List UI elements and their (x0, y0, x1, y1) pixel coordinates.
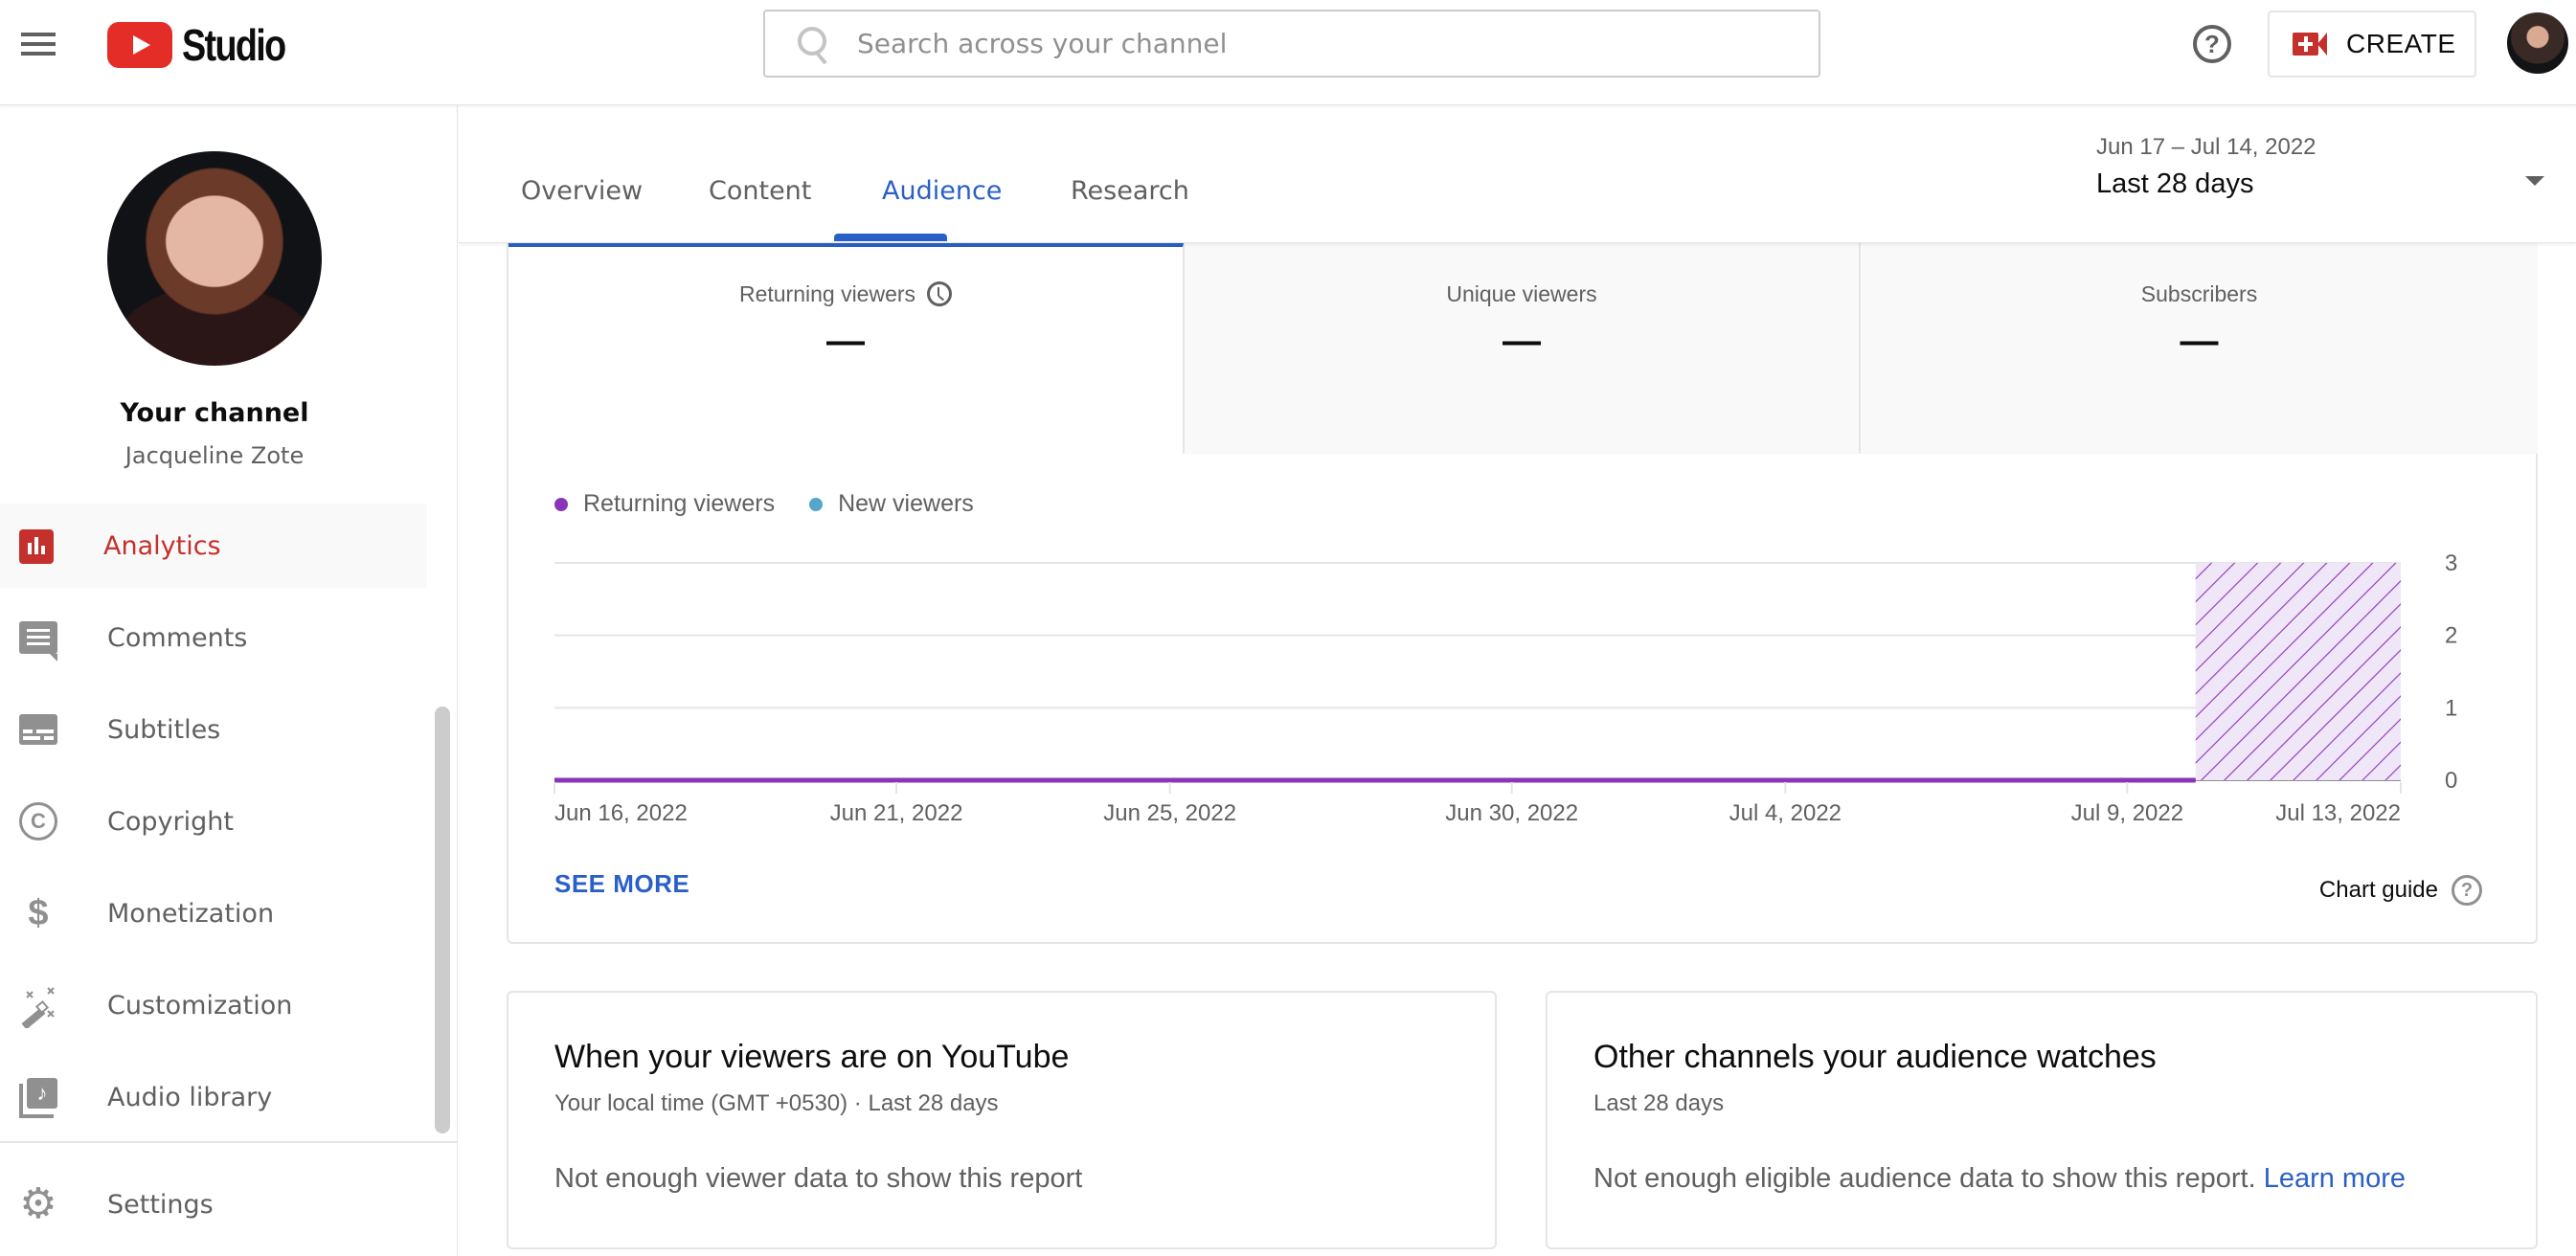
tab-content[interactable]: Content (709, 176, 811, 206)
sidebar-item-audio-library[interactable]: ♪ Audio library (0, 1055, 427, 1139)
magic-wand-icon (19, 986, 57, 1030)
incomplete-period-hatch (2195, 563, 2401, 780)
viewers-on-youtube-card: When your viewers are on YouTube Your lo… (507, 991, 1497, 1249)
help-circle-icon: ? (2452, 875, 2482, 906)
card-message-text: Not enough eligible audience data to sho… (1593, 1163, 2256, 1194)
sidebar-item-monetization[interactable]: $ Monetization (0, 871, 427, 955)
sidebar: Your channel Jacqueline Zote Analytics C… (0, 105, 458, 1256)
top-bar: Studio ? CREATE (0, 0, 2576, 105)
x-axis: Jun 16, 2022 Jun 21, 2022 Jun 25, 2022 Jun … (554, 782, 2402, 826)
x-tick-label: Jun 21, 2022 (830, 800, 963, 826)
channel-name: Jacqueline Zote (124, 442, 305, 469)
comments-icon (19, 621, 57, 662)
search-icon (796, 25, 834, 63)
y-axis: 0 1 2 3 (2445, 550, 2457, 794)
x-tick-label: Jul 4, 2022 (1729, 800, 1842, 826)
chart-guide-button[interactable]: Chart guide ? (2319, 875, 2482, 906)
sidebar-scrollbar[interactable] (435, 706, 450, 1133)
sidebar-item-label: Customization (107, 990, 293, 1020)
x-tick-label: Jun 30, 2022 (1445, 800, 1578, 826)
analytics-icon (19, 529, 54, 564)
logo-text: Studio (182, 20, 286, 70)
copyright-icon: C (19, 802, 57, 841)
sidebar-item-customization[interactable]: Customization (0, 963, 427, 1047)
date-range-picker[interactable]: Jun 17 – Jul 14, 2022 Last 28 days (2096, 134, 2546, 220)
sidebar-item-label: Comments (107, 622, 248, 653)
see-more-link[interactable]: SEE MORE (554, 869, 689, 899)
sidebar-item-analytics[interactable]: Analytics (0, 504, 427, 588)
x-tick-label: Jun 16, 2022 (554, 800, 688, 826)
gear-icon: ⚙ (19, 1180, 57, 1227)
x-tick-label: Jun 25, 2022 (1103, 800, 1236, 826)
sidebar-item-label: Monetization (107, 898, 275, 929)
sidebar-item-comments[interactable]: Comments (0, 595, 427, 680)
dollar-icon: $ (28, 893, 49, 933)
date-range-text: Jun 17 – Jul 14, 2022 (2096, 134, 2316, 160)
account-avatar[interactable] (2507, 12, 2568, 74)
hamburger-menu-icon[interactable] (21, 33, 56, 57)
card-subtitle: Your local time (GMT +0530) · Last 28 da… (554, 1090, 999, 1116)
search-box[interactable] (763, 10, 1820, 78)
video-camera-plus-icon (2293, 33, 2327, 56)
sidebar-item-copyright[interactable]: C Copyright (0, 779, 427, 864)
sidebar-item-label: Audio library (107, 1082, 273, 1112)
subtitles-icon (19, 714, 57, 745)
sidebar-item-label: Analytics (103, 530, 221, 561)
sidebar-item-settings[interactable]: ⚙ Settings (0, 1162, 427, 1246)
analytics-tabs: Overview Content Audience Research Jun 1… (459, 105, 2576, 243)
card-message: Not enough eligible audience data to sho… (1593, 1163, 2406, 1195)
sidebar-item-label: Settings (107, 1189, 214, 1220)
sidebar-divider (0, 1141, 458, 1143)
y-tick-label: 3 (2445, 550, 2457, 576)
sidebar-item-label: Copyright (107, 806, 234, 837)
other-channels-card: Other channels your audience watches Las… (1546, 991, 2538, 1249)
y-tick-label: 1 (2445, 695, 2457, 721)
audio-library-icon: ♪ (19, 1078, 57, 1118)
card-message: Not enough viewer data to show this repo… (554, 1163, 1083, 1194)
card-subtitle: Last 28 days (1593, 1090, 1725, 1116)
chart-grid (554, 562, 2401, 781)
incomplete-period-area (2195, 563, 2401, 780)
channel-title: Your channel (120, 398, 309, 428)
x-tick-label: Jul 13, 2022 (2275, 800, 2401, 826)
card-title: When your viewers are on YouTube (554, 1039, 1070, 1075)
sidebar-item-label: Subtitles (107, 714, 221, 745)
y-tick-label: 0 (2445, 768, 2457, 794)
sidebar-item-subtitles[interactable]: Subtitles (0, 687, 427, 772)
x-tick-label: Jul 9, 2022 (2071, 800, 2183, 826)
card-title: Other channels your audience watches (1593, 1039, 2157, 1075)
date-range-period: Last 28 days (2096, 168, 2254, 199)
create-button[interactable]: CREATE (2268, 11, 2476, 78)
chart-guide-label: Chart guide (2318, 877, 2438, 903)
tab-audience[interactable]: Audience (882, 176, 1002, 206)
help-icon[interactable]: ? (2193, 25, 2231, 63)
studio-logo[interactable]: Studio (107, 20, 307, 70)
dropdown-arrow-icon (2525, 176, 2544, 186)
learn-more-link[interactable]: Learn more (2264, 1163, 2406, 1194)
active-tab-indicator (834, 234, 947, 241)
channel-avatar[interactable] (107, 151, 322, 366)
tab-research[interactable]: Research (1071, 176, 1189, 206)
tab-overview[interactable]: Overview (521, 176, 643, 206)
audience-chart-card: Returning viewers — Unique viewers — Sub… (507, 239, 2538, 944)
y-tick-label: 2 (2445, 623, 2457, 649)
youtube-play-icon (107, 22, 172, 68)
search-input[interactable] (857, 28, 1719, 59)
create-label: CREATE (2346, 29, 2456, 58)
audience-line-chart[interactable]: Jun 16, 2022 Jun 21, 2022 Jun 25, 2022 Jun … (508, 239, 2540, 852)
